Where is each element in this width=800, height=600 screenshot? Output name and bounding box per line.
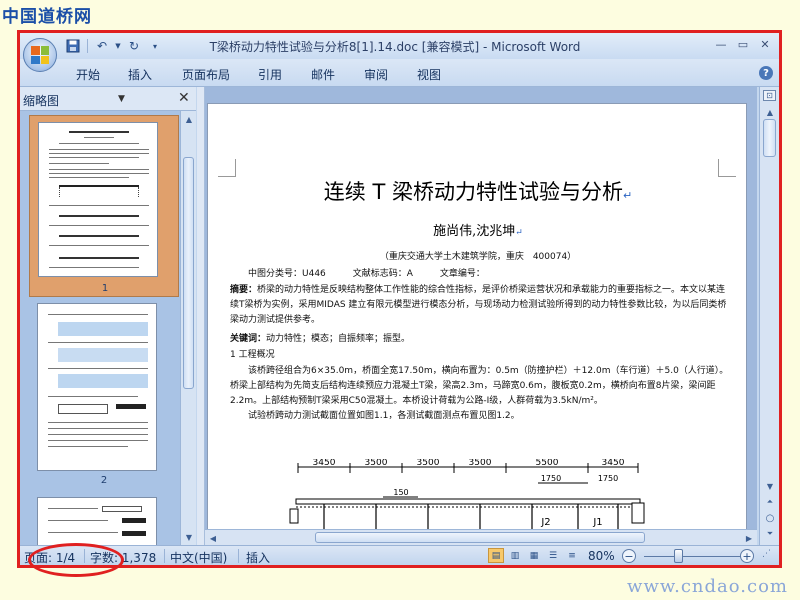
highlight-frame bbox=[17, 30, 782, 568]
office-button[interactable] bbox=[23, 38, 57, 72]
site-url-watermark: www.cndao.com bbox=[627, 576, 788, 597]
site-logo: 中国道桥网 bbox=[2, 7, 92, 27]
office-logo-icon bbox=[31, 46, 49, 64]
